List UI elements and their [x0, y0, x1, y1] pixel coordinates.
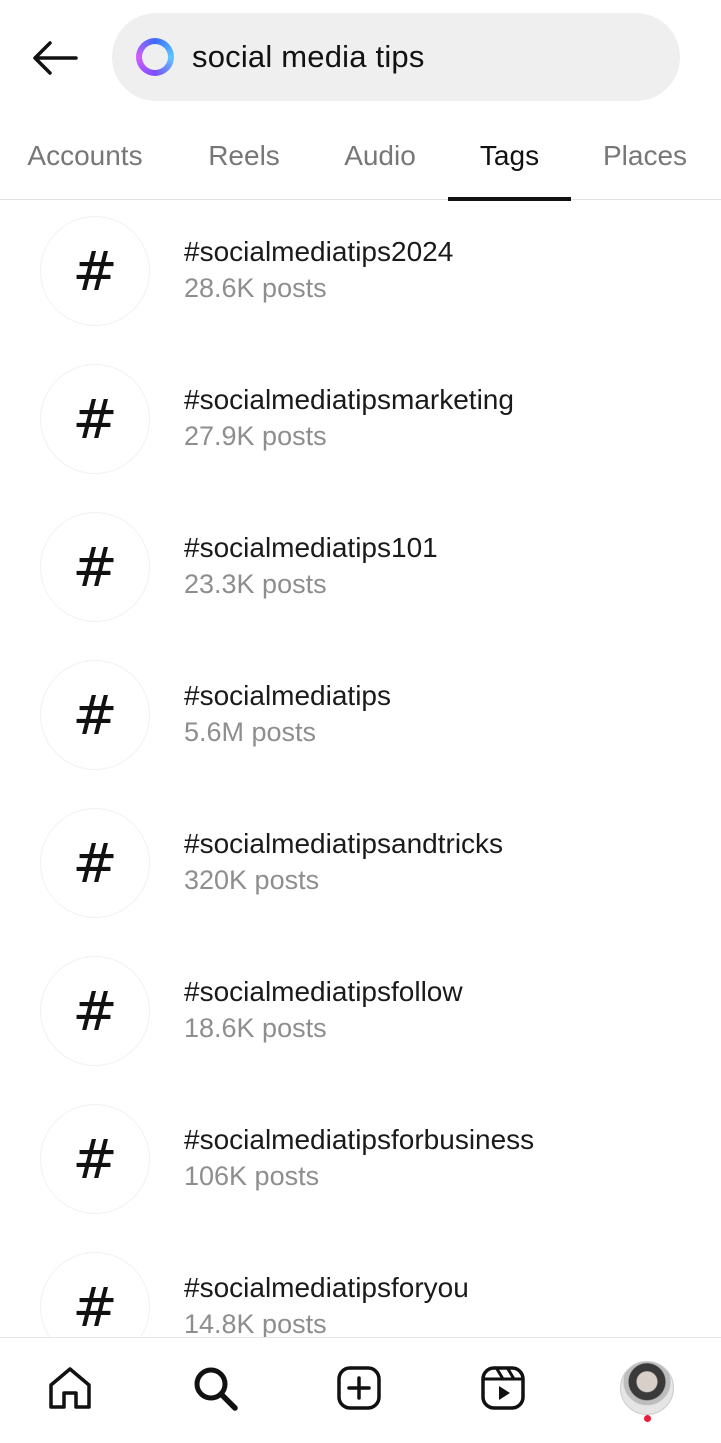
tag-name: #socialmediatips101 — [184, 532, 438, 563]
hashtag-icon: # — [40, 808, 150, 918]
tag-result-row[interactable]: # #socialmediatips 5.6M posts — [0, 644, 721, 792]
search-header: social media tips — [0, 0, 721, 112]
tab-accounts[interactable]: Accounts — [0, 112, 170, 200]
tag-result-row[interactable]: # #socialmediatipsforyou 14.8K posts — [0, 1236, 721, 1337]
tag-post-count: 106K posts — [184, 1161, 320, 1191]
tag-post-count: 320K posts — [184, 865, 320, 895]
back-button[interactable] — [24, 30, 84, 86]
tag-result-row[interactable]: # #socialmediatipsmarketing 27.9K posts — [0, 348, 721, 496]
tag-name: #socialmediatips — [184, 680, 391, 711]
notification-dot — [644, 1415, 651, 1422]
home-icon — [49, 1367, 91, 1409]
search-bar[interactable]: social media tips — [112, 13, 680, 101]
tag-post-count: 23.3K posts — [184, 569, 327, 599]
search-tabs: Accounts Reels Audio Tags Places — [0, 112, 721, 201]
tag-result-row[interactable]: # #socialmediatips101 23.3K posts — [0, 496, 721, 644]
tag-name: #socialmediatipsmarketing — [184, 384, 514, 415]
hashtag-icon: # — [40, 1104, 150, 1214]
hashtag-icon: # — [40, 956, 150, 1066]
tab-audio[interactable]: Audio — [322, 112, 438, 200]
tag-name: #socialmediatipsforyou — [184, 1272, 469, 1303]
tag-result-row[interactable]: # #socialmediatipsandtricks 320K posts — [0, 792, 721, 940]
hashtag-icon: # — [40, 1252, 150, 1337]
tag-name: #socialmediatipsandtricks — [184, 828, 504, 859]
profile-avatar — [620, 1361, 674, 1415]
tab-reels[interactable]: Reels — [186, 112, 302, 200]
reels-icon — [481, 1366, 525, 1410]
nav-profile-button[interactable] — [617, 1358, 677, 1418]
tag-name: #socialmediatipsforbusiness — [184, 1124, 535, 1155]
tag-result-row[interactable]: # #socialmediatips2024 28.6K posts — [0, 200, 721, 348]
search-icon — [194, 1367, 238, 1411]
tag-result-row[interactable]: # #socialmediatipsfollow 18.6K posts — [0, 940, 721, 1088]
nav-reels-button[interactable] — [473, 1358, 533, 1418]
hashtag-icon: # — [40, 216, 150, 326]
tab-tags[interactable]: Tags — [448, 112, 571, 201]
create-icon — [337, 1366, 381, 1410]
bottom-navigation — [0, 1337, 721, 1443]
tag-post-count: 28.6K posts — [184, 273, 327, 303]
tag-post-count: 14.8K posts — [184, 1309, 327, 1337]
tab-places[interactable]: Places — [584, 112, 706, 200]
hashtag-icon: # — [40, 364, 150, 474]
tag-post-count: 27.9K posts — [184, 421, 327, 451]
meta-ai-ring-icon — [136, 38, 174, 76]
hashtag-icon: # — [40, 660, 150, 770]
nav-search-button[interactable] — [185, 1358, 245, 1418]
tag-results-list: # #socialmediatips2024 28.6K posts # #so… — [0, 200, 721, 1337]
tag-name: #socialmediatipsfollow — [184, 976, 463, 1007]
tag-post-count: 5.6M posts — [184, 717, 317, 747]
nav-create-button[interactable] — [329, 1358, 389, 1418]
nav-home-button[interactable] — [40, 1358, 100, 1418]
tag-post-count: 18.6K posts — [184, 1013, 327, 1043]
tag-result-row[interactable]: # #socialmediatipsforbusiness 106K posts — [0, 1088, 721, 1236]
tag-name: #socialmediatips2024 — [184, 236, 454, 267]
arrow-left-icon — [33, 41, 78, 75]
search-input[interactable]: social media tips — [192, 39, 425, 75]
hashtag-icon: # — [40, 512, 150, 622]
